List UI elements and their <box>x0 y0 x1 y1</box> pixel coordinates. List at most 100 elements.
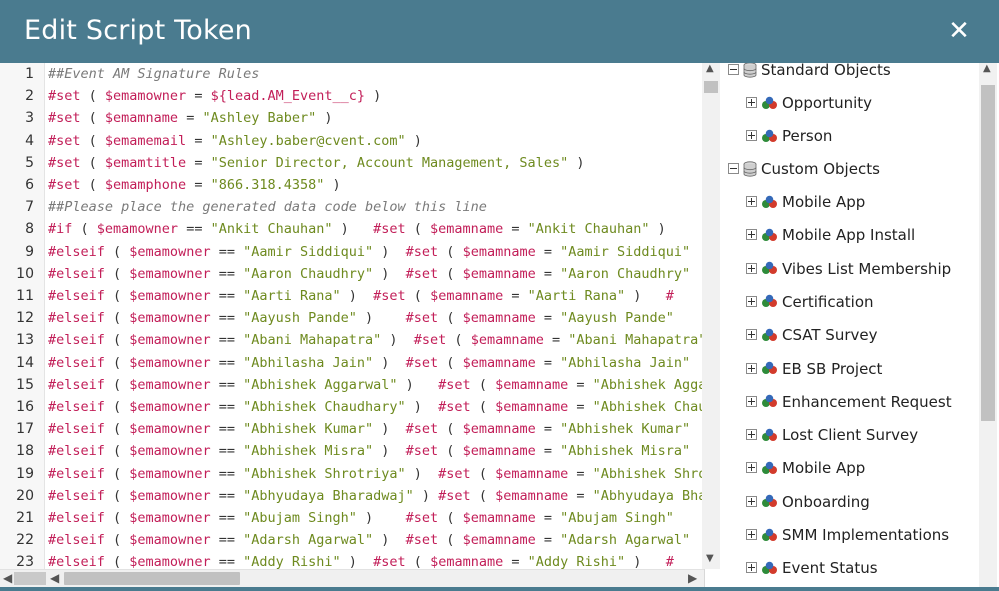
code-line[interactable]: ##Event AM Signature Rules <box>44 63 259 85</box>
code-line[interactable]: #elseif ( $emamowner == "Abhyudaya Bhara… <box>44 485 704 507</box>
code-line[interactable]: #elseif ( $emamowner == "Abhishek Shrotr… <box>44 463 704 485</box>
tree-node-object[interactable]: Mobile App <box>746 191 865 213</box>
expand-toggle-icon[interactable] <box>746 362 757 374</box>
code-area[interactable]: ##Event AM Signature Rules #set ( $emamow… <box>44 63 704 573</box>
expand-toggle-icon[interactable] <box>746 495 757 507</box>
code-line[interactable]: #elseif ( $emamowner == "Abhishek Kumar"… <box>44 418 690 440</box>
code-token: "Abhishek Aggarwal" <box>592 376 704 393</box>
database-icon <box>743 160 757 177</box>
code-line[interactable]: #set ( $emamname = "Ashley Baber" ) <box>44 107 333 129</box>
editor-horizontal-scrollbar[interactable]: ◀ ◀ ▶ <box>0 569 704 588</box>
tree-node-custom-objects[interactable]: Custom Objects <box>728 158 880 180</box>
expand-toggle-icon[interactable] <box>746 262 757 274</box>
code-line[interactable]: #if ( $emamowner == "Ankit Chauhan" ) #s… <box>44 218 666 240</box>
custom-object-icon <box>762 394 777 408</box>
code-line[interactable]: #elseif ( $emamowner == "Abujam Singh" )… <box>44 507 674 529</box>
collapse-toggle-icon[interactable] <box>728 163 739 174</box>
tree-node-standard-objects[interactable]: Standard Objects <box>728 63 891 81</box>
tree-node-object[interactable]: Certification <box>746 291 874 313</box>
tree-node-label: Onboarding <box>782 492 870 511</box>
code-token: == <box>210 443 244 460</box>
custom-object-icon <box>762 96 777 109</box>
code-line[interactable]: #elseif ( $emamowner == "Abhishek Chaudh… <box>44 396 704 418</box>
tree-node-object[interactable]: Onboarding <box>746 491 870 513</box>
code-token: "Abhishek Aggarwal" <box>243 376 398 393</box>
scroll-right-icon[interactable]: ▶ <box>688 571 697 585</box>
code-token: ) <box>373 443 406 460</box>
expand-toggle-icon[interactable] <box>746 329 757 341</box>
tree-node-object[interactable]: Event Status <box>746 557 878 579</box>
expand-toggle-icon[interactable] <box>746 196 757 207</box>
code-line[interactable]: #elseif ( $emamowner == "Abhilasha Jain"… <box>44 352 690 374</box>
tree-node-object[interactable]: Opportunity <box>746 92 872 114</box>
expand-toggle-icon[interactable] <box>746 462 757 474</box>
tree-node-object[interactable]: Enhancement Request <box>746 391 952 413</box>
code-token: $emamname <box>462 510 536 526</box>
code-line[interactable]: #elseif ( $emamowner == "Aaron Chaudhry"… <box>44 263 690 285</box>
tree-node-object[interactable]: Vibes List Membership <box>746 258 951 280</box>
code-token: #set <box>438 399 471 415</box>
code-line[interactable]: #set ( $emamphone = "866.318.4358" ) <box>44 174 341 196</box>
expand-toggle-icon[interactable] <box>746 395 757 407</box>
code-token: #elseif <box>48 399 105 415</box>
tree-node-label: Mobile App <box>782 193 866 211</box>
code-line[interactable]: #elseif ( $emamowner == "Aarti Rana" ) #… <box>44 285 674 307</box>
code-token: "Aayush Pande" <box>560 310 674 327</box>
code-token: "Abhishek Chaudhary" <box>592 399 704 415</box>
scroll-thumb[interactable] <box>64 572 240 585</box>
tree-node-object[interactable]: CSAT Survey <box>746 324 877 346</box>
expand-toggle-icon[interactable] <box>746 429 757 441</box>
expand-toggle-icon[interactable] <box>746 130 757 142</box>
scroll-up-icon[interactable]: ▲ <box>706 63 714 74</box>
scroll-down-icon[interactable]: ▼ <box>706 553 714 564</box>
custom-object-icon <box>762 195 777 208</box>
code-line[interactable]: #elseif ( $emamowner == "Abhishek Misra"… <box>44 440 690 462</box>
code-line[interactable]: ##Please place the generated data code b… <box>44 196 487 218</box>
code-line[interactable]: #elseif ( $emamowner == "Aayush Pande" )… <box>44 307 674 329</box>
database-icon <box>743 63 757 78</box>
code-token: = <box>535 421 561 438</box>
code-line[interactable]: #elseif ( $emamowner == "Adarsh Agarwal"… <box>44 529 690 551</box>
script-editor[interactable]: 1 2 3 4 5 6 7 8 9 10 11 12 13 14 15 16 17 18 19 20 21 22 23 ##… <box>0 63 705 591</box>
code-token: "Abujam Singh" <box>560 510 674 526</box>
code-line[interactable]: #elseif ( $emamowner == "Abani Mahapatra… <box>44 329 704 351</box>
tree-node-object[interactable]: Lost Client Survey <box>746 424 918 446</box>
tree-node-object[interactable]: SMM Implementations <box>746 524 949 546</box>
code-line[interactable]: #set ( $emamtitle = "Senior Director, Ac… <box>44 152 584 174</box>
line-number: 1 <box>25 66 34 82</box>
code-line[interactable]: #set ( $emamowner = ${lead.AM_Event__c} … <box>44 85 381 107</box>
tree-vertical-scrollbar[interactable]: ▲ <box>979 63 997 591</box>
expand-toggle-icon[interactable] <box>746 97 757 108</box>
tree-node-object[interactable]: Mobile App <box>746 457 865 479</box>
editor-vertical-scrollbar[interactable]: ▲ ▼ <box>702 63 720 569</box>
code-token: $emamowner <box>129 265 211 282</box>
scroll-thumb[interactable] <box>981 85 995 421</box>
code-line[interactable]: #elseif ( $emamowner == "Aamir Siddiqui"… <box>44 241 690 263</box>
code-token: "Aayush Pande" <box>243 310 357 327</box>
expand-toggle-icon[interactable] <box>746 229 757 241</box>
expand-toggle-icon[interactable] <box>746 295 757 307</box>
expand-toggle-icon[interactable] <box>746 562 757 574</box>
line-number: 3 <box>25 110 34 127</box>
code-token: #set <box>405 510 439 526</box>
collapse-toggle-icon[interactable] <box>728 64 739 75</box>
tree-node-object[interactable]: EB SB Project <box>746 358 882 380</box>
code-line[interactable]: #elseif ( $emamowner == "Abhishek Aggarw… <box>44 374 704 396</box>
expand-toggle-icon[interactable] <box>746 529 757 540</box>
scroll-left-icon[interactable]: ◀ <box>50 571 59 585</box>
code-line[interactable]: #set ( $emamemail = "Ashley.baber@cvent.… <box>44 130 422 152</box>
scroll-thumb[interactable] <box>704 81 718 93</box>
tree-node-object[interactable]: Mobile App Install <box>746 224 915 246</box>
code-token: #set <box>413 332 447 349</box>
code-token: $emamowner <box>129 399 211 415</box>
scroll-up-icon[interactable]: ▲ <box>983 63 991 74</box>
close-icon[interactable]: ✕ <box>945 17 973 45</box>
tree-node-object[interactable]: Person <box>746 125 832 147</box>
line-number: 5 <box>25 154 34 171</box>
object-tree[interactable]: Standard Objects Opportunity Person Custo… <box>720 63 999 591</box>
code-token: = <box>535 243 561 260</box>
scroll-left-icon[interactable]: ◀ <box>3 571 12 585</box>
code-token: "Addy Rishi" <box>527 554 626 571</box>
code-token: $emamname <box>495 465 569 482</box>
code-token: ( <box>438 310 463 327</box>
